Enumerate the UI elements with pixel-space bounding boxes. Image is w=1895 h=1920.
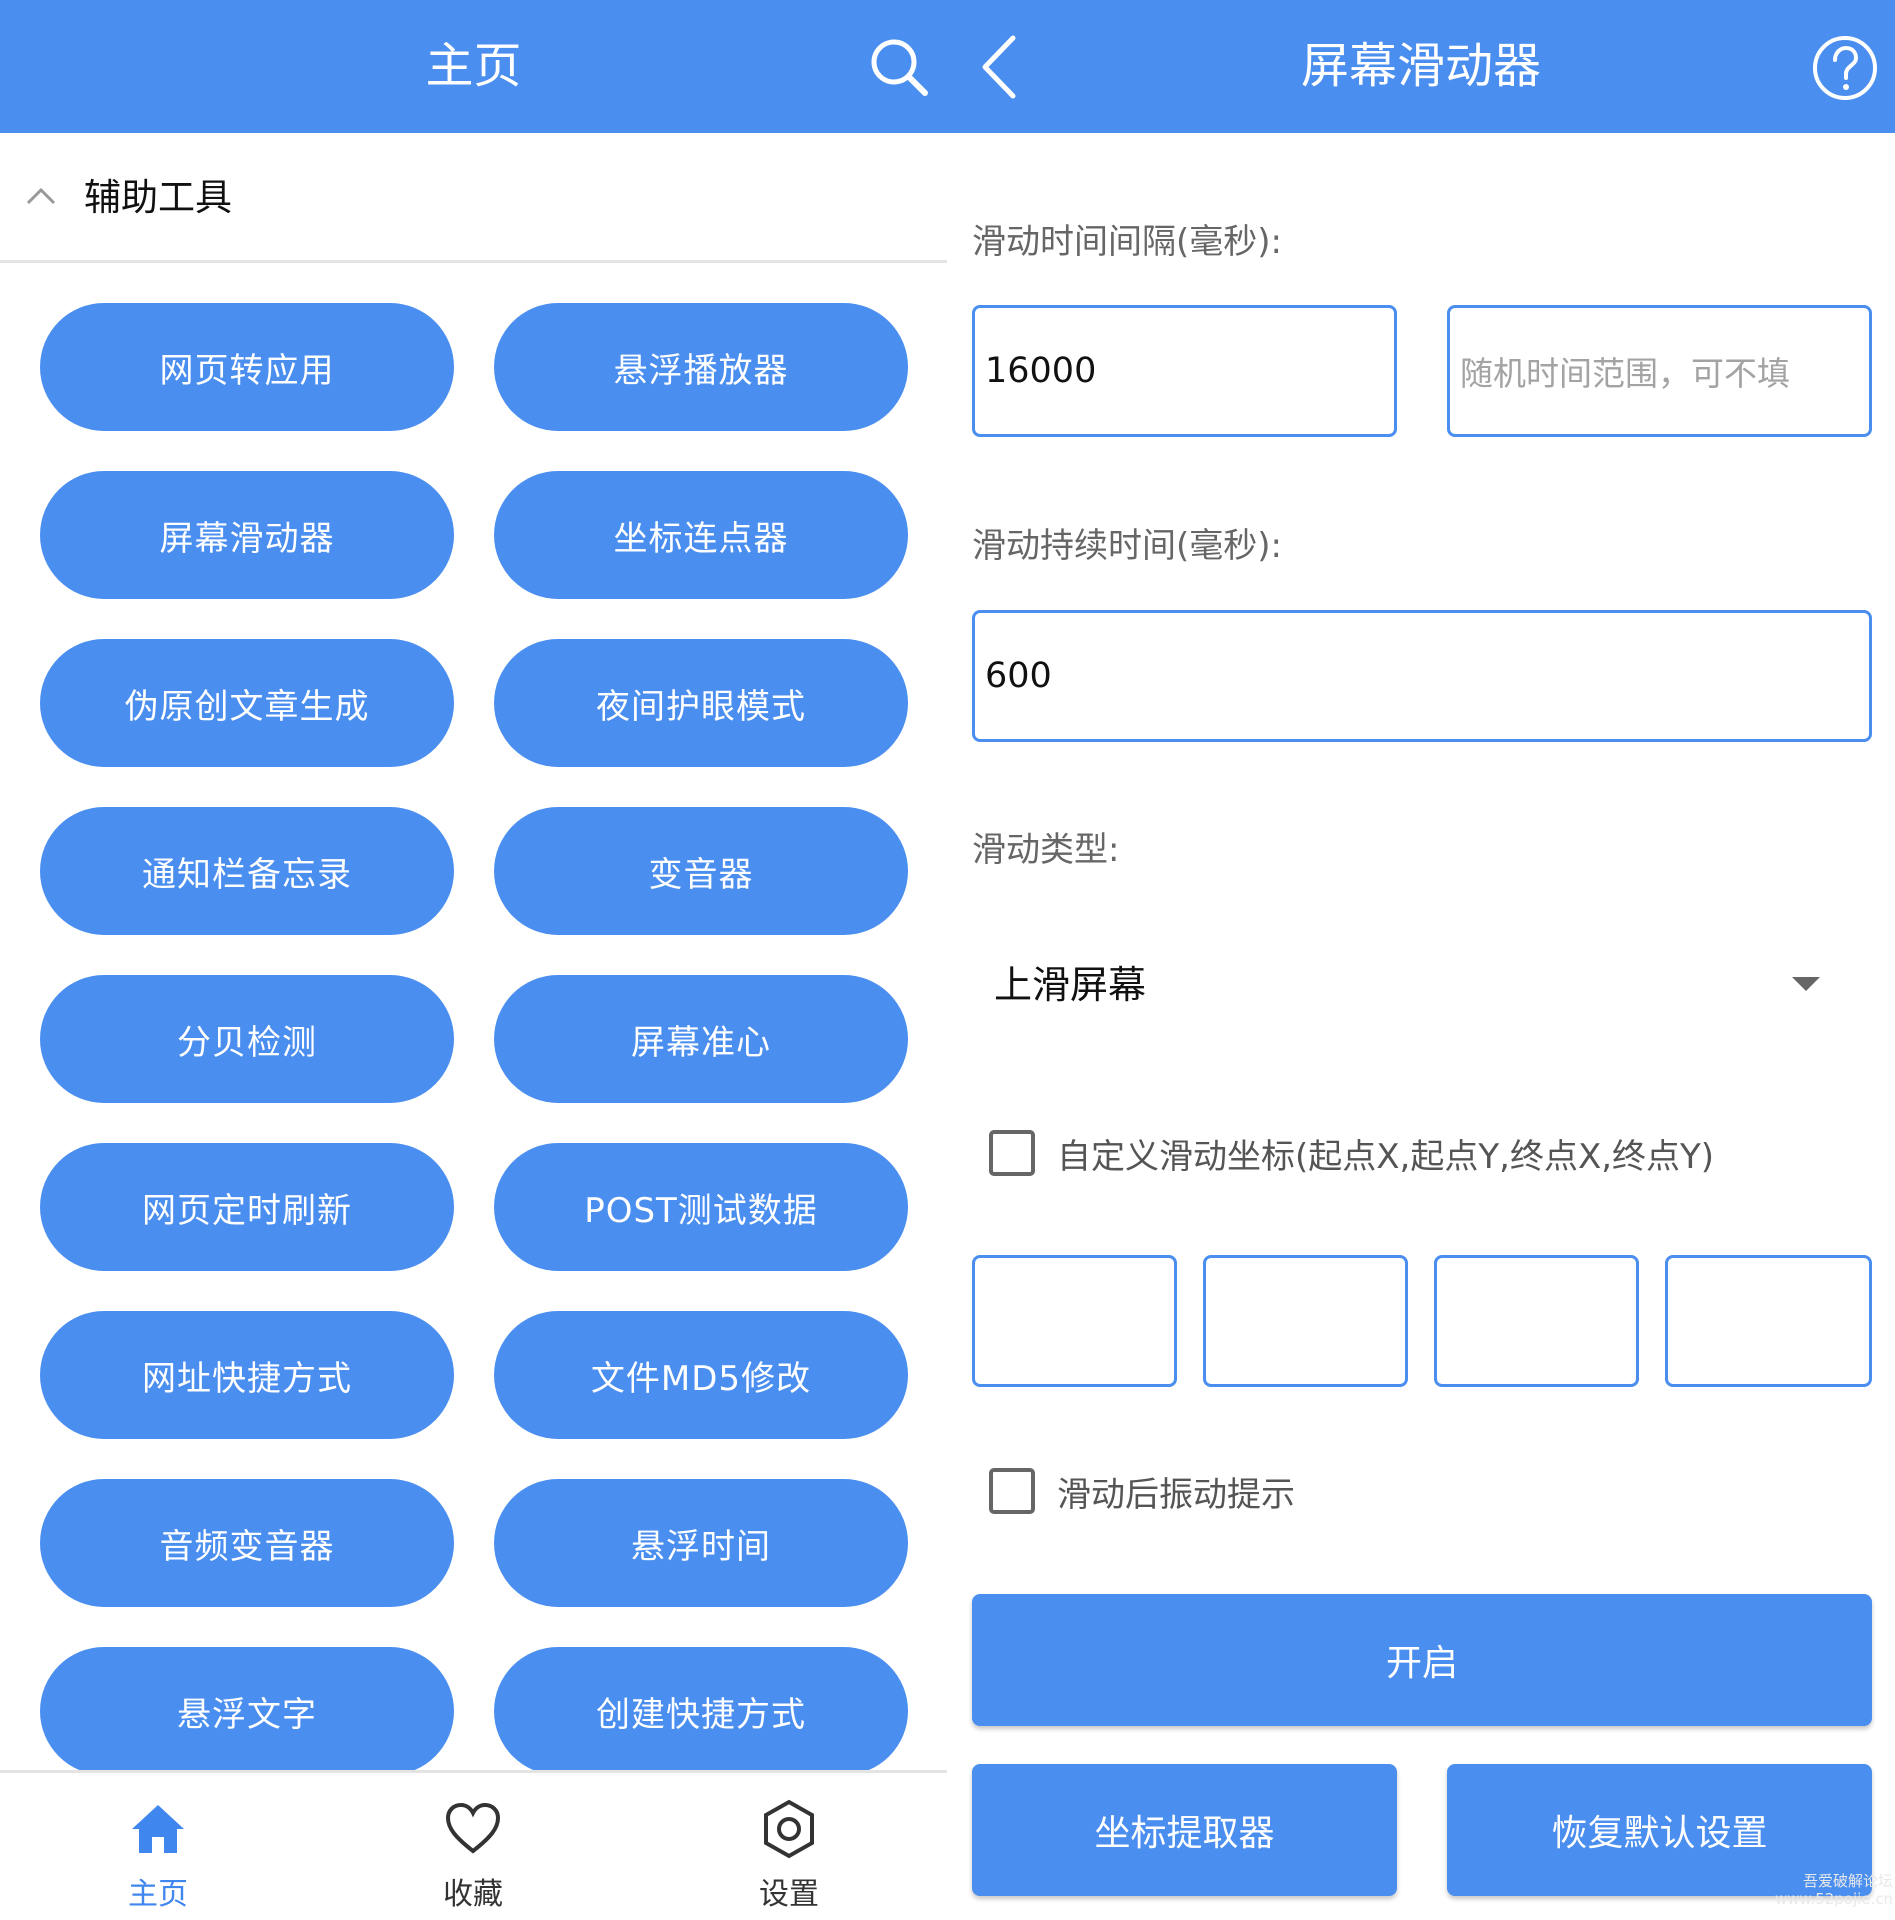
tool-button[interactable]: 分贝检测 bbox=[40, 975, 454, 1103]
interval-input[interactable]: 16000 bbox=[972, 305, 1397, 437]
search-button[interactable] bbox=[868, 36, 930, 98]
tool-button[interactable]: 悬浮播放器 bbox=[494, 303, 908, 431]
vibrate-label: 滑动后振动提示 bbox=[1057, 1474, 1295, 1515]
start-button[interactable]: 开启 bbox=[972, 1594, 1872, 1726]
bottom-nav: 主页 收藏 设置 bbox=[0, 1770, 947, 1920]
tool-button[interactable]: 音频变音器 bbox=[40, 1479, 454, 1607]
tool-button[interactable]: 创建快捷方式 bbox=[494, 1647, 908, 1775]
page-title: 主页 bbox=[425, 38, 522, 94]
swipe-type-select[interactable]: 上滑屏幕 bbox=[972, 925, 1872, 1045]
custom-coords-label: 自定义滑动坐标(起点X,起点Y,终点X,终点Y) bbox=[1057, 1136, 1715, 1177]
watermark: 吾爱破解论坛 www.52pojie.cn bbox=[1775, 1872, 1894, 1908]
duration-label: 滑动持续时间(毫秒): bbox=[972, 526, 1282, 566]
home-top-bar: 主页 bbox=[0, 0, 947, 133]
swiper-top-bar: 屏幕滑动器 bbox=[947, 0, 1895, 133]
custom-coords-checkbox[interactable] bbox=[989, 1130, 1035, 1176]
tool-button[interactable]: 坐标连点器 bbox=[494, 471, 908, 599]
swipe-type-value: 上滑屏幕 bbox=[994, 963, 1147, 1007]
tool-button[interactable]: 网址快捷方式 bbox=[40, 1311, 454, 1439]
search-icon bbox=[871, 39, 928, 96]
home-panel: 主页 辅助工具 网页转应用 悬浮播放器 屏幕滑动器 坐标连点器 伪原创文章生成 … bbox=[0, 0, 947, 1920]
start-y-input[interactable] bbox=[1203, 1255, 1408, 1387]
tool-button[interactable]: 屏幕准心 bbox=[494, 975, 908, 1103]
tool-button[interactable]: 伪原创文章生成 bbox=[40, 639, 454, 767]
help-button[interactable] bbox=[1811, 34, 1879, 102]
page-title: 屏幕滑动器 bbox=[1300, 38, 1541, 94]
swiper-panel: 屏幕滑动器 滑动时间间隔(毫秒): 16000 随机时间范围，可不填 滑动持续时… bbox=[947, 0, 1895, 1920]
section-title: 辅助工具 bbox=[84, 176, 232, 219]
screen: 主页 辅助工具 网页转应用 悬浮播放器 屏幕滑动器 坐标连点器 伪原创文章生成 … bbox=[0, 0, 1895, 1920]
random-range-input[interactable]: 随机时间范围，可不填 bbox=[1447, 305, 1872, 437]
end-x-input[interactable] bbox=[1434, 1255, 1639, 1387]
custom-coords-option[interactable]: 自定义滑动坐标(起点X,起点Y,终点X,终点Y) bbox=[989, 1123, 1714, 1183]
home-icon bbox=[132, 1805, 184, 1853]
interval-label: 滑动时间间隔(毫秒): bbox=[972, 222, 1282, 262]
vibrate-checkbox[interactable] bbox=[989, 1468, 1035, 1514]
dropdown-arrow-icon bbox=[1792, 977, 1820, 991]
tool-button[interactable]: 夜间护眼模式 bbox=[494, 639, 908, 767]
tool-button[interactable]: 网页转应用 bbox=[40, 303, 454, 431]
section-header-tools[interactable]: 辅助工具 bbox=[0, 133, 947, 263]
nav-label: 收藏 bbox=[443, 1877, 503, 1912]
tool-button[interactable]: 悬浮时间 bbox=[494, 1479, 908, 1607]
duration-input[interactable]: 600 bbox=[972, 610, 1872, 742]
tool-button[interactable]: 屏幕滑动器 bbox=[40, 471, 454, 599]
nav-label: 设置 bbox=[759, 1877, 819, 1912]
end-y-input[interactable] bbox=[1665, 1255, 1872, 1387]
tool-button[interactable]: 变音器 bbox=[494, 807, 908, 935]
tool-button[interactable]: 文件MD5修改 bbox=[494, 1311, 908, 1439]
start-x-input[interactable] bbox=[972, 1255, 1177, 1387]
tool-button[interactable]: POST测试数据 bbox=[494, 1143, 908, 1271]
coordinate-picker-button[interactable]: 坐标提取器 bbox=[972, 1764, 1397, 1896]
tool-button[interactable]: 悬浮文字 bbox=[40, 1647, 454, 1775]
type-label: 滑动类型: bbox=[972, 830, 1120, 870]
tool-button[interactable]: 网页定时刷新 bbox=[40, 1143, 454, 1271]
nav-item-home[interactable]: 主页 bbox=[58, 1773, 258, 1920]
heart-icon bbox=[445, 1802, 501, 1854]
tool-button[interactable]: 通知栏备忘录 bbox=[40, 807, 454, 935]
nav-label: 主页 bbox=[128, 1877, 188, 1912]
help-icon bbox=[1813, 36, 1877, 100]
chevron-up-icon bbox=[26, 187, 56, 205]
vibrate-option[interactable]: 滑动后振动提示 bbox=[989, 1461, 1295, 1521]
settings-icon bbox=[764, 1799, 814, 1859]
nav-item-settings[interactable]: 设置 bbox=[689, 1773, 889, 1920]
nav-item-favorites[interactable]: 收藏 bbox=[373, 1773, 573, 1920]
